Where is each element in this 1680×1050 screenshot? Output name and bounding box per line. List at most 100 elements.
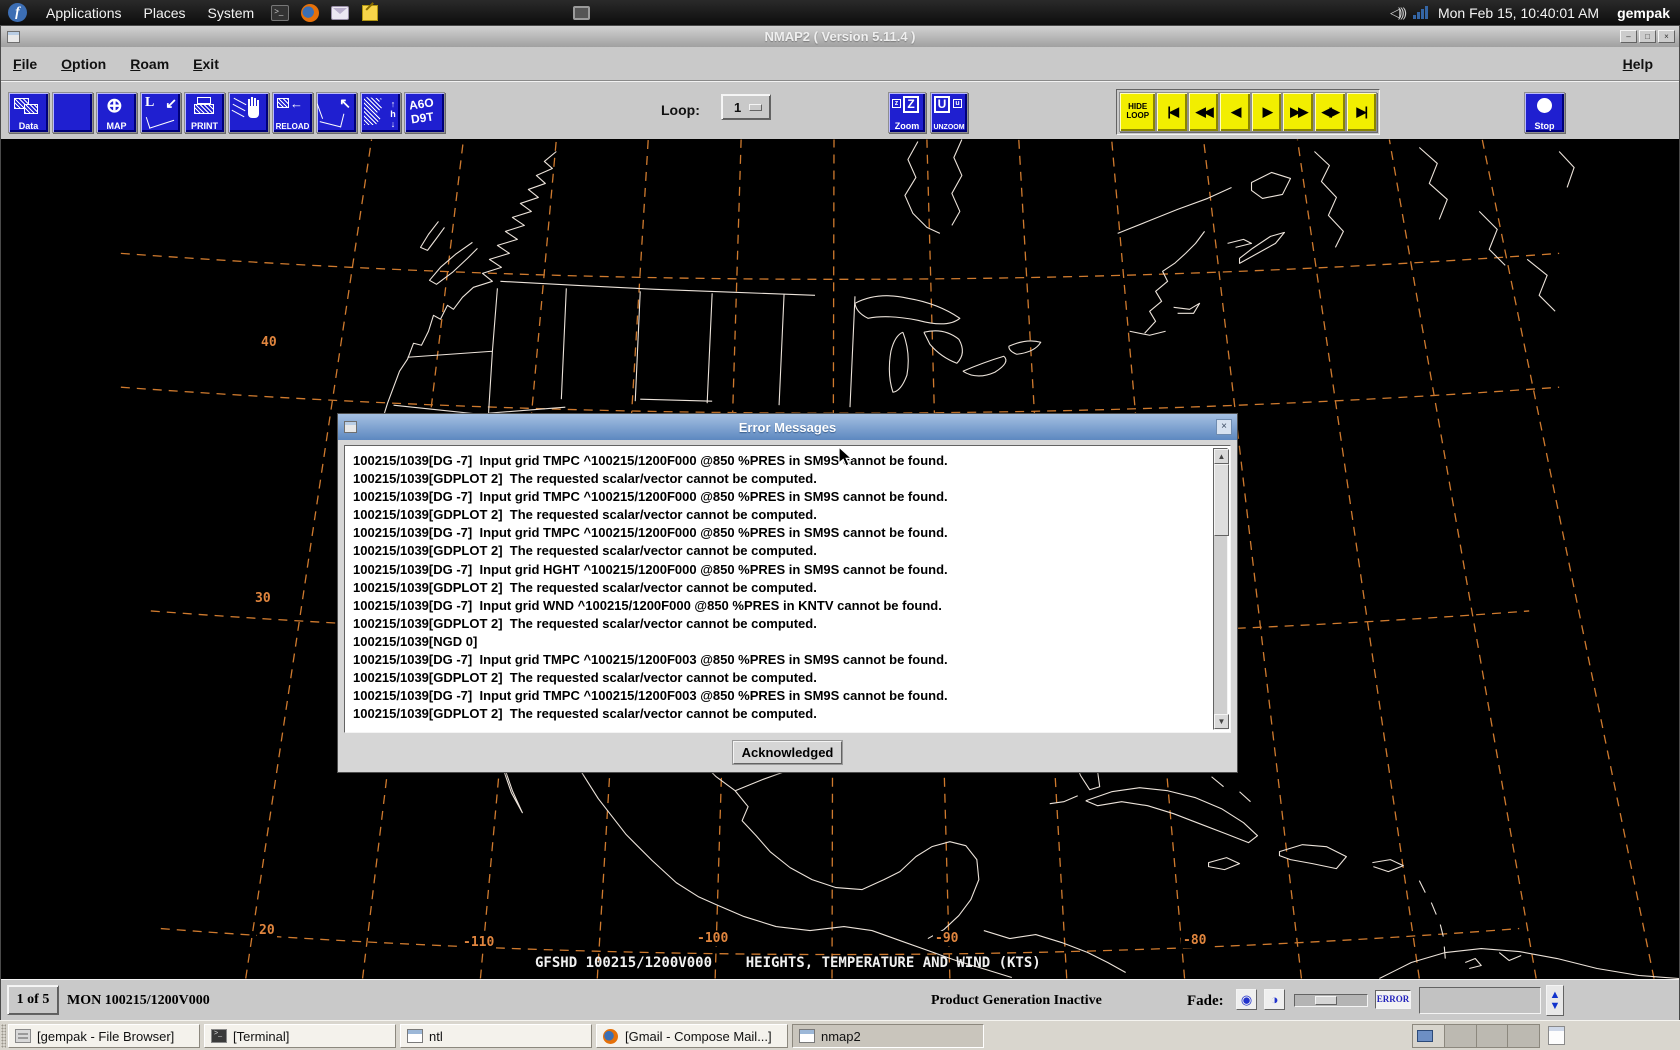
frame-counter[interactable]: 1 of 5 bbox=[7, 985, 59, 1015]
window-menu-icon[interactable] bbox=[7, 31, 20, 43]
menu-exit[interactable]: Exit bbox=[181, 52, 231, 76]
workspace-1[interactable] bbox=[1413, 1025, 1445, 1047]
places-menu[interactable]: Places bbox=[133, 0, 197, 25]
error-indicator-button[interactable]: ERROR bbox=[1375, 990, 1411, 1009]
stop-button[interactable]: Stop bbox=[1525, 93, 1564, 132]
gnome-top-panel: f Applications Places System >_ ◁))) Mon… bbox=[0, 0, 1680, 25]
menu-file[interactable]: File bbox=[1, 52, 49, 76]
firefox-launcher-icon[interactable] bbox=[300, 3, 320, 23]
menu-option[interactable]: Option bbox=[49, 52, 118, 76]
first-frame-icon: |◀ bbox=[1167, 104, 1177, 120]
reload-button[interactable]: ← RELOAD bbox=[273, 93, 312, 132]
zoom-button[interactable]: z Z Zoom bbox=[889, 93, 925, 132]
applications-menu[interactable]: Applications bbox=[35, 0, 133, 25]
task-ntl[interactable]: ntl bbox=[400, 1024, 592, 1048]
error-message-line: 100215/1039[DG -7] Input grid TMPC ^1002… bbox=[353, 488, 1206, 506]
dialog-message-area: 100215/1039[DG -7] Input grid TMPC ^1002… bbox=[344, 445, 1231, 733]
print-button[interactable]: PRINT bbox=[185, 93, 224, 132]
terminal-launcher-icon[interactable]: >_ bbox=[270, 3, 290, 23]
task-gmail[interactable]: [Gmail - Compose Mail...] bbox=[596, 1024, 788, 1048]
obs-plot-button[interactable]: A6O D9T bbox=[405, 93, 444, 132]
window-icon bbox=[799, 1029, 815, 1043]
fade-toggle-image[interactable]: ◉ bbox=[1236, 989, 1257, 1010]
error-message-line: 100215/1039[DG -7] Input grid TMPC ^1002… bbox=[353, 687, 1206, 705]
status-bar: 1 of 5 MON 100215/1200V000 Product Gener… bbox=[1, 979, 1679, 1020]
last-frame-button[interactable]: ▶| bbox=[1347, 93, 1377, 131]
fade-toggle-graphics[interactable]: ◑ bbox=[1264, 989, 1285, 1010]
fedora-menu-icon[interactable]: f bbox=[8, 3, 27, 22]
lat-label-30: 30 bbox=[253, 591, 273, 606]
workspace-switcher[interactable] bbox=[1412, 1024, 1540, 1048]
dialog-window-menu-icon[interactable] bbox=[344, 421, 357, 433]
dialog-scrollbar[interactable]: ▲ ▼ bbox=[1213, 448, 1228, 730]
spinner-down-icon: ▼ bbox=[1550, 1001, 1561, 1011]
map-button[interactable]: ⊕ MAP bbox=[97, 93, 136, 132]
task-nmap2[interactable]: nmap2 bbox=[792, 1024, 984, 1048]
scroll-up-icon[interactable]: ▲ bbox=[1214, 449, 1229, 464]
satellite-image-button[interactable]: ↑h↓ bbox=[361, 93, 400, 132]
rock-loop-button[interactable]: ◀▶ bbox=[1315, 93, 1345, 131]
lon-label-90: -90 bbox=[933, 931, 960, 946]
step-back-button[interactable]: ◀ bbox=[1220, 93, 1250, 131]
play-icon: ▶ bbox=[1263, 104, 1271, 120]
unzoom-button[interactable]: U u Unzoom bbox=[931, 93, 967, 132]
blank-button[interactable] bbox=[53, 93, 92, 132]
data-button[interactable]: Data bbox=[9, 93, 48, 132]
error-message-list: 100215/1039[DG -7] Input grid TMPC ^1002… bbox=[347, 448, 1212, 730]
scrollbar-thumb[interactable] bbox=[1214, 464, 1229, 536]
error-message-line: 100215/1039[GDPLOT 2] The requested scal… bbox=[353, 542, 1206, 560]
clock[interactable]: Mon Feb 15, 10:40:01 AM bbox=[1438, 5, 1599, 21]
fade-image-icon: ◉ bbox=[1241, 992, 1252, 1008]
close-button[interactable]: × bbox=[1658, 30, 1675, 43]
pointer-icon: ↖ bbox=[339, 95, 351, 112]
workspace-2[interactable] bbox=[1445, 1025, 1477, 1047]
scroll-down-icon[interactable]: ▼ bbox=[1214, 714, 1229, 729]
dialog-close-icon[interactable]: × bbox=[1216, 419, 1232, 435]
first-frame-button[interactable]: |◀ bbox=[1157, 93, 1187, 131]
reload-icon bbox=[277, 98, 289, 108]
fade-slider[interactable] bbox=[1294, 994, 1368, 1007]
volume-icon[interactable]: ◁))) bbox=[1390, 5, 1405, 21]
loop-select[interactable]: 1 bbox=[721, 94, 771, 120]
lon-label-80: -80 bbox=[1181, 933, 1208, 948]
rewind-button[interactable]: ◀◀ bbox=[1189, 93, 1219, 131]
loop-frames-button[interactable]: L ↙ bbox=[141, 93, 180, 132]
last-frame-icon: ▶| bbox=[1356, 104, 1366, 120]
error-message-line: 100215/1039[DG -7] Input grid TMPC ^1002… bbox=[353, 524, 1206, 542]
sticky-notes-icon[interactable] bbox=[1548, 1026, 1565, 1045]
acknowledged-button[interactable]: Acknowledged bbox=[733, 741, 843, 764]
play-forward-button[interactable]: ▶ bbox=[1252, 93, 1282, 131]
task-file-browser[interactable]: [gempak - File Browser] bbox=[8, 1024, 200, 1048]
task-terminal[interactable]: >_ [Terminal] bbox=[204, 1024, 396, 1048]
menubar: File Option Roam Exit Help bbox=[1, 47, 1679, 81]
hide-loop-button[interactable]: Hide Loop bbox=[1120, 93, 1155, 131]
firefox-icon bbox=[603, 1029, 619, 1043]
minimize-button[interactable]: – bbox=[1620, 30, 1637, 43]
workspace-3[interactable] bbox=[1477, 1025, 1509, 1047]
source-spinner[interactable]: ▲ ▼ bbox=[1546, 985, 1564, 1016]
mouse-cursor bbox=[838, 446, 854, 473]
fast-forward-button[interactable]: ▶▶ bbox=[1283, 93, 1313, 131]
step-back-icon: ◀ bbox=[1231, 104, 1239, 120]
menu-roam[interactable]: Roam bbox=[118, 52, 181, 76]
network-signal-icon[interactable] bbox=[1413, 6, 1428, 19]
status-message-box bbox=[1419, 987, 1541, 1014]
titlebar[interactable]: NMAP2 ( Version 5.11.4 ) – □ × bbox=[1, 26, 1679, 47]
dialog-titlebar[interactable]: Error Messages × bbox=[338, 414, 1237, 440]
fade-graphics-icon: ◑ bbox=[1271, 992, 1279, 1008]
notes-launcher-icon[interactable] bbox=[360, 3, 380, 23]
user-name: gempak bbox=[1617, 5, 1670, 21]
pointer-edit-button[interactable]: ↖ bbox=[317, 93, 356, 132]
maximize-button[interactable]: □ bbox=[1639, 30, 1656, 43]
workspace-4[interactable] bbox=[1508, 1025, 1539, 1047]
menu-help[interactable]: Help bbox=[1611, 52, 1665, 76]
gnome-bottom-panel: [gempak - File Browser] >_ [Terminal] nt… bbox=[0, 1020, 1680, 1050]
fade-slider-thumb[interactable] bbox=[1315, 996, 1337, 1005]
zoom-icon: z bbox=[892, 99, 901, 108]
fade-button[interactable] bbox=[229, 93, 268, 132]
panel-handle[interactable] bbox=[1, 1024, 6, 1048]
mail-launcher-icon[interactable] bbox=[330, 3, 350, 23]
error-message-line: 100215/1039[DG -7] Input grid HGHT ^1002… bbox=[353, 561, 1206, 579]
display-applet-icon[interactable] bbox=[571, 3, 591, 23]
system-menu[interactable]: System bbox=[197, 0, 266, 25]
